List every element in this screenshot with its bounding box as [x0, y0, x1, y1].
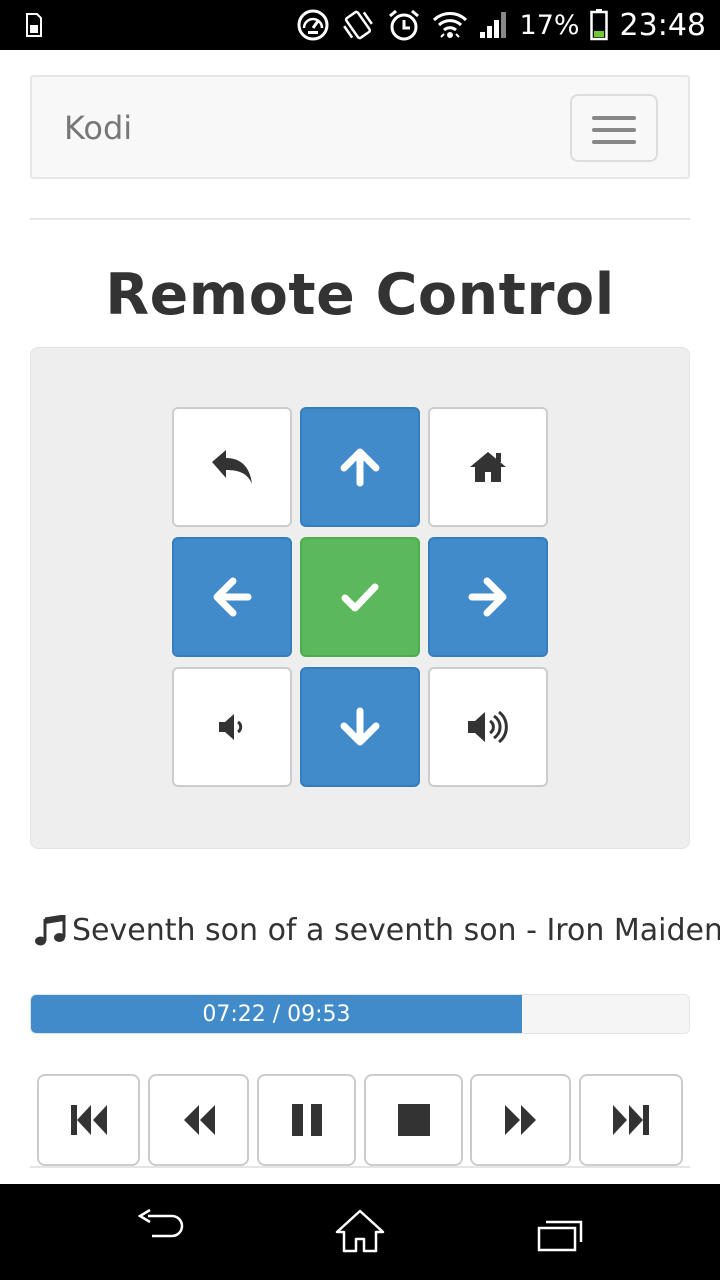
home-icon	[470, 452, 506, 482]
hamburger-icon-line	[592, 128, 636, 132]
hamburger-icon	[592, 116, 636, 120]
checkmark-icon	[341, 583, 379, 612]
up-button[interactable]	[300, 407, 420, 527]
progress-bar-fill: 07:22 / 09:53	[31, 995, 522, 1033]
divider	[30, 1166, 690, 1168]
divider	[30, 218, 690, 220]
arrow-right-icon	[468, 577, 507, 617]
remote-panel	[30, 347, 690, 849]
skip-next-icon	[613, 1105, 649, 1135]
recents-nav-icon[interactable]	[536, 1218, 584, 1254]
system-nav-bar	[0, 1184, 720, 1280]
brand-link[interactable]: Kodi	[64, 109, 132, 147]
music-note-icon	[35, 914, 66, 945]
back-arrow-icon	[212, 450, 252, 484]
alarm-icon	[388, 9, 419, 41]
down-button[interactable]	[300, 667, 420, 787]
arrow-left-icon	[213, 577, 252, 617]
volume-up-icon	[468, 710, 508, 744]
rewind-button[interactable]	[148, 1074, 249, 1166]
battery-icon	[589, 9, 608, 41]
pause-button[interactable]	[257, 1074, 356, 1166]
rewind-icon	[183, 1105, 215, 1135]
home-button[interactable]	[428, 407, 548, 527]
select-button[interactable]	[300, 537, 420, 657]
menu-toggle-button[interactable]	[570, 94, 658, 162]
back-button[interactable]	[172, 407, 292, 527]
app-navbar: Kodi	[30, 75, 690, 179]
sim-icon	[26, 13, 42, 37]
arrow-down-icon	[340, 707, 380, 746]
skip-next-button[interactable]	[579, 1074, 683, 1166]
now-playing-text: Seventh son of a seventh son - Iron Maid…	[72, 913, 720, 948]
left-button[interactable]	[172, 537, 292, 657]
volume-down-button[interactable]	[172, 667, 292, 787]
speedometer-icon	[297, 9, 329, 41]
volume-up-button[interactable]	[428, 667, 548, 787]
back-nav-icon[interactable]	[136, 1206, 184, 1246]
playback-progress[interactable]: 07:22 / 09:53	[30, 994, 690, 1034]
vibrate-icon	[342, 10, 373, 40]
volume-down-icon	[219, 714, 243, 740]
skip-previous-icon	[70, 1105, 107, 1135]
progress-label: 07:22 / 09:53	[202, 1001, 351, 1027]
stop-icon	[397, 1104, 430, 1136]
hamburger-icon-line	[592, 140, 636, 144]
fast-forward-button[interactable]	[470, 1074, 571, 1166]
arrow-up-icon	[340, 448, 380, 487]
signal-icon	[479, 12, 506, 38]
pause-icon	[291, 1104, 322, 1136]
stop-button[interactable]	[364, 1074, 463, 1166]
right-button[interactable]	[428, 537, 548, 657]
skip-previous-button[interactable]	[37, 1074, 140, 1166]
fast-forward-icon	[504, 1105, 536, 1135]
battery-percent: 17%	[519, 9, 580, 41]
status-bar: 17% 23:48	[0, 0, 720, 50]
now-playing: Seventh son of a seventh son - Iron Maid…	[34, 913, 720, 948]
clock: 23:48	[619, 7, 706, 43]
wifi-icon	[432, 12, 467, 38]
home-nav-icon[interactable]	[334, 1208, 386, 1254]
page-title: Remote Control	[105, 262, 615, 328]
